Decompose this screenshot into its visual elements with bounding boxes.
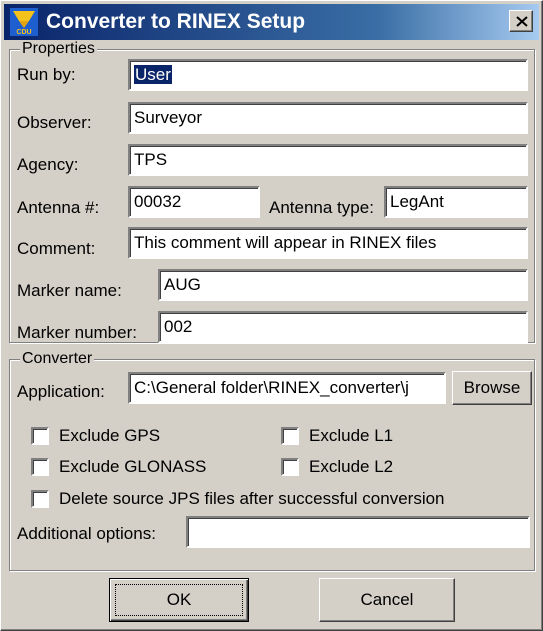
antenna-number-field[interactable]: 00032	[128, 186, 260, 218]
application-label: Application:	[17, 382, 105, 401]
properties-group-label: Properties	[20, 40, 97, 58]
marker-number-field[interactable]: 002	[158, 311, 528, 343]
browse-button[interactable]: Browse	[452, 371, 532, 405]
cancel-button[interactable]: Cancel	[319, 578, 455, 622]
run-by-label: Run by:	[17, 65, 76, 84]
exclude-gps-label[interactable]: Exclude GPS	[59, 426, 160, 446]
exclude-l2-checkbox[interactable]	[281, 458, 299, 476]
delete-source-checkbox[interactable]	[31, 490, 49, 508]
browse-button-label: Browse	[463, 378, 521, 397]
marker-name-field[interactable]: AUG	[158, 269, 528, 301]
antenna-number-label: Antenna #:	[17, 198, 100, 217]
converter-group-label: Converter	[20, 350, 95, 368]
additional-options-field[interactable]	[186, 516, 530, 548]
marker-number-label: Marker number:	[17, 323, 137, 342]
observer-label: Observer:	[17, 113, 92, 132]
marker-name-label: Marker name:	[17, 281, 122, 300]
observer-field[interactable]: Surveyor	[128, 102, 528, 134]
agency-field[interactable]: TPS	[128, 144, 528, 176]
exclude-l1-checkbox[interactable]	[281, 427, 299, 445]
title-bar[interactable]: CDU Converter to RINEX Setup	[4, 4, 539, 40]
delete-source-label[interactable]: Delete source JPS files after successful…	[59, 489, 445, 509]
comment-label: Comment:	[17, 239, 96, 258]
ok-focus-rect	[115, 584, 243, 616]
app-icon-label: CDU	[16, 29, 31, 36]
exclude-gps-checkbox[interactable]	[31, 427, 49, 445]
run-by-field[interactable]: User	[128, 59, 528, 91]
window-title: Converter to RINEX Setup	[46, 10, 306, 33]
cancel-button-label: Cancel	[360, 590, 414, 609]
ok-button[interactable]: OK	[109, 578, 249, 622]
exclude-l2-label[interactable]: Exclude L2	[309, 457, 393, 477]
application-path-field[interactable]: C:\General folder\RINEX_converter\j	[128, 372, 446, 404]
close-icon	[516, 16, 528, 27]
app-icon: CDU	[10, 8, 38, 36]
run-by-value: User	[134, 65, 172, 84]
close-button[interactable]	[509, 10, 533, 32]
agency-label: Agency:	[17, 155, 79, 174]
additional-options-label: Additional options:	[17, 524, 156, 543]
antenna-type-field[interactable]: LegAnt	[384, 186, 528, 218]
comment-field[interactable]: This comment will appear in RINEX files	[128, 227, 528, 259]
exclude-l1-label[interactable]: Exclude L1	[309, 426, 393, 446]
exclude-glonass-checkbox[interactable]	[31, 458, 49, 476]
exclude-glonass-label[interactable]: Exclude GLONASS	[59, 457, 206, 477]
converter-setup-dialog: CDU Converter to RINEX Setup Properties …	[0, 0, 543, 631]
antenna-type-label: Antenna type:	[269, 198, 374, 217]
